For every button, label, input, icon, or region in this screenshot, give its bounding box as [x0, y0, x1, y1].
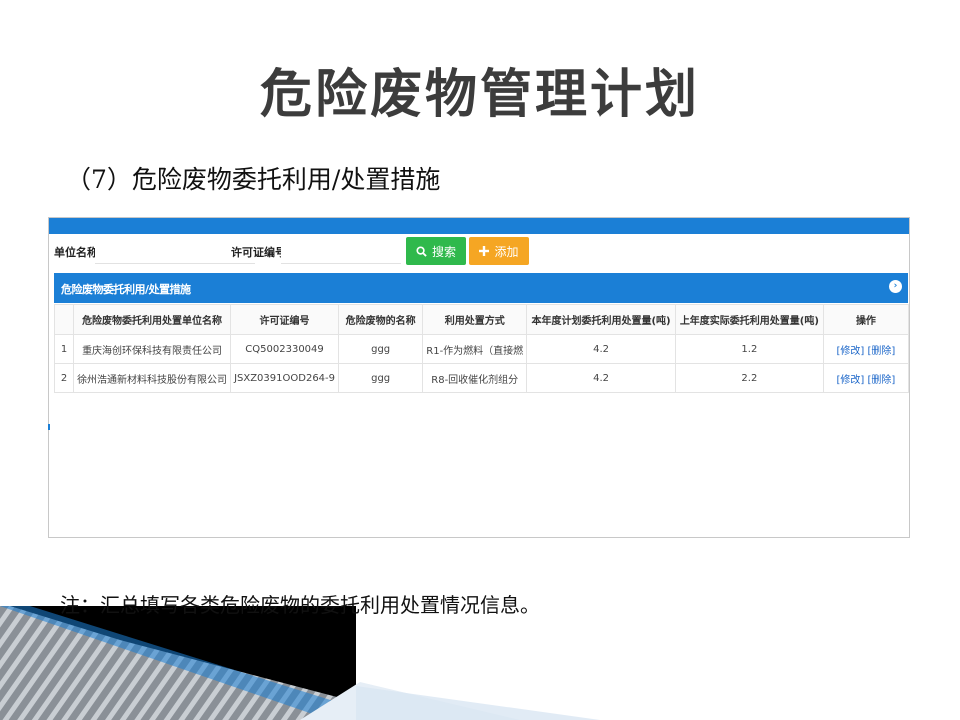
section-header: 危险废物委托利用/处置措施 ›: [54, 273, 908, 303]
col-header-index: [53, 304, 75, 335]
panel-top-bar: [49, 218, 909, 234]
cell-actual: 1.2: [674, 334, 824, 364]
management-panel: 单位名称: 许可证编号: 搜索 添加 危险废物委托利用/处置措施 › 危险废物委…: [48, 217, 910, 538]
section-title: 危险废物委托利用/处置措施: [61, 283, 191, 296]
plus-icon: [479, 246, 490, 256]
edit-link[interactable]: [修改]: [837, 346, 865, 357]
col-header-permit: 许可证编号: [230, 304, 340, 335]
add-button[interactable]: 添加: [469, 237, 529, 265]
cell-method: R8-回收催化剂组分: [422, 363, 528, 393]
cell-actions: [修改] [删除]: [822, 363, 910, 393]
cell-unit: 重庆海创环保科技有限责任公司: [73, 334, 232, 364]
delete-link[interactable]: [删除]: [868, 375, 896, 386]
search-button[interactable]: 搜索: [406, 237, 466, 265]
cell-plan: 4.2: [526, 363, 676, 393]
add-button-label: 添加: [494, 244, 519, 259]
slide-subtitle: （7）危险废物委托利用/处置措施: [66, 165, 441, 194]
search-row: 单位名称: 许可证编号: 搜索 添加: [49, 234, 909, 270]
cell-actions: [修改] [删除]: [822, 334, 910, 364]
col-header-actions: 操作: [822, 304, 910, 335]
cell-unit: 徐州浩通新材料科技股份有限公司: [73, 363, 232, 393]
disposal-table: 危险废物委托利用处置单位名称 许可证编号 危险废物的名称 利用处置方式 本年度计…: [53, 304, 910, 393]
col-header-unit: 危险废物委托利用处置单位名称: [73, 304, 232, 335]
collapse-icon[interactable]: ›: [889, 280, 902, 293]
table-row: 1 重庆海创环保科技有限责任公司 CQ5002330049 ggg R1-作为燃…: [53, 334, 910, 364]
cell-waste: ggg: [338, 334, 424, 364]
search-icon: [416, 245, 427, 257]
col-header-waste: 危险废物的名称: [338, 304, 424, 335]
row-index: 2: [53, 363, 75, 393]
scroll-marker: [48, 424, 50, 430]
table-header-row: 危险废物委托利用处置单位名称 许可证编号 危险废物的名称 利用处置方式 本年度计…: [53, 304, 910, 335]
footnote: 注：汇总填写各类危险废物的委托利用处置情况信息。: [60, 593, 540, 617]
cell-actual: 2.2: [674, 363, 824, 393]
cell-permit: JSXZ0391OOD264-9: [230, 363, 340, 393]
col-header-method: 利用处置方式: [422, 304, 528, 335]
delete-link[interactable]: [删除]: [868, 346, 896, 357]
search-button-label: 搜索: [431, 244, 456, 259]
col-header-actual: 上年度实际委托利用处置量(吨): [674, 304, 824, 335]
col-header-plan: 本年度计划委托利用处置量(吨): [526, 304, 676, 335]
edit-link[interactable]: [修改]: [837, 375, 865, 386]
cell-method: R1-作为燃料（直接燃: [422, 334, 528, 364]
slide-title: 危险废物管理计划: [259, 65, 700, 125]
row-index: 1: [53, 334, 75, 364]
cell-permit: CQ5002330049: [230, 334, 340, 364]
table-row: 2 徐州浩通新材料科技股份有限公司 JSXZ0391OOD264-9 ggg R…: [53, 363, 910, 393]
cell-waste: ggg: [338, 363, 424, 393]
permit-number-input[interactable]: [281, 238, 401, 264]
cell-plan: 4.2: [526, 334, 676, 364]
